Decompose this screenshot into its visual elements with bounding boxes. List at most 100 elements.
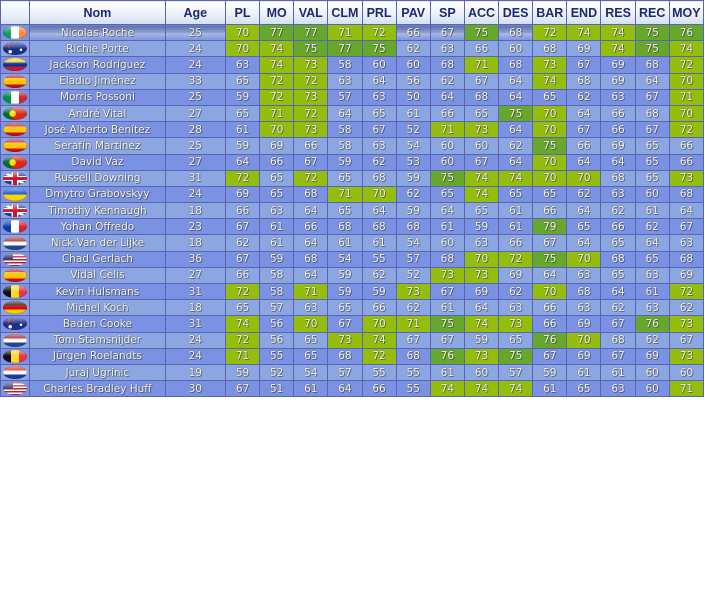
rider-name[interactable]: Baden Cooke [29, 315, 166, 333]
stat-prl: 63 [361, 88, 397, 106]
stat-val: 68 [293, 185, 329, 204]
rider-row[interactable]: Baden Cooke 31 74 56 70 67 70 71 75 74 73 66 69 67 76 7… [0, 315, 705, 333]
rider-row[interactable]: Morris Possoni 25 59 72 73 57 63 50 64 68 64 65 62 63… [0, 88, 705, 106]
stat-bar: 66 [532, 315, 568, 333]
stat-pl: 71 [224, 347, 261, 365]
rider-name[interactable]: Yohan Offredo [29, 218, 166, 236]
stat-end: 63 [566, 299, 602, 317]
rider-row[interactable]: David Vaz 27 64 66 67 59 62 53 60 67 64 70 64 64 65 66 [0, 153, 705, 171]
rider-row[interactable]: Eladio Jiménez 33 65 72 72 63 64 56 62 67 64 74 68 69… [0, 72, 705, 90]
rider-row[interactable]: Jürgen Roelandts 24 71 55 65 68 72 68 76 73 75 67 69… [0, 347, 705, 365]
rider-row[interactable]: José Alberto Benítez 28 61 70 73 58 67 52 71 73 64… [0, 121, 705, 139]
rider-name[interactable]: Tom Stamsnijder [29, 331, 166, 349]
column-header-pl[interactable]: PL [224, 0, 261, 25]
rider-name[interactable]: Juraj Ugrinic [29, 363, 166, 382]
stat-mo: 63 [259, 202, 295, 220]
stat-des: 64 [498, 88, 534, 106]
column-header-res[interactable]: RES [600, 0, 636, 25]
column-header-sp[interactable]: SP [429, 0, 465, 25]
rider-row[interactable]: Nicolas Roche 25 70 77 77 71 72 66 67 75 68 72 74 74 7… [0, 23, 705, 42]
column-header-prl[interactable]: PRL [361, 0, 397, 25]
rider-name[interactable]: Morris Possoni [29, 88, 166, 106]
stat-pav: 52 [395, 266, 431, 285]
rider-age: 30 [164, 380, 226, 398]
rider-name[interactable]: Kevin Hulsmans [29, 282, 166, 301]
column-header-name[interactable]: Nom [29, 0, 166, 25]
stat-res: 67 [600, 347, 636, 365]
flag-cell [0, 153, 31, 171]
rider-name[interactable]: Jürgen Roelandts [29, 347, 166, 365]
stat-sp: 62 [429, 72, 465, 90]
stat-val: 75 [293, 40, 329, 58]
column-header-flag[interactable] [0, 0, 31, 25]
stat-rec: 60 [634, 185, 670, 204]
stat-res: 61 [600, 363, 636, 382]
rider-age: 36 [164, 250, 226, 268]
rider-row[interactable]: Michel Koch 18 65 57 63 65 66 62 61 64 63 66 63 62 63 6… [0, 299, 705, 317]
rider-row[interactable]: Richie Porte 24 70 74 75 77 75 62 63 66 60 68 69 74 75… [0, 40, 705, 58]
stat-mo: 61 [259, 234, 295, 252]
stat-pav: 62 [395, 40, 431, 58]
rider-name[interactable]: Dmytro Grabovskyy [29, 185, 166, 204]
column-header-age[interactable]: Age [164, 0, 226, 25]
rider-name[interactable]: Russell Downing [29, 169, 166, 187]
stat-end: 70 [566, 331, 602, 349]
column-header-bar[interactable]: BAR [532, 0, 568, 25]
rider-name[interactable]: Timothy Kennaugh [29, 202, 166, 220]
stat-bar: 67 [532, 234, 568, 252]
stat-clm: 65 [327, 299, 363, 317]
column-header-pav[interactable]: PAV [395, 0, 431, 25]
rider-row[interactable]: Jackson Rodríguez 24 63 74 73 58 60 60 68 71 68 73 6… [0, 56, 705, 74]
rider-row[interactable]: Kevin Hulsmans 31 72 58 71 59 59 73 67 69 62 70 68 64… [0, 282, 705, 301]
stat-moy: 68 [668, 185, 705, 204]
rider-row[interactable]: Tom Stamsnijder 24 72 56 65 73 74 67 67 59 65 76 70 6… [0, 331, 705, 349]
column-header-end[interactable]: END [566, 0, 602, 25]
rider-name[interactable]: David Vaz [29, 153, 166, 171]
rider-name[interactable]: Serafín Martínez [29, 137, 166, 155]
column-header-acc[interactable]: ACC [463, 0, 500, 25]
rider-name[interactable]: André Vital [29, 104, 166, 123]
rider-name[interactable]: Michel Koch [29, 299, 166, 317]
rider-name[interactable]: Charles Bradley Huff [29, 380, 166, 398]
column-header-clm[interactable]: CLM [327, 0, 363, 25]
rider-row[interactable]: Vidal Celis 27 66 58 64 59 62 52 73 73 69 64 63 65 63 6… [0, 266, 705, 285]
stat-mo: 65 [259, 185, 295, 204]
stat-acc: 74 [463, 380, 500, 398]
rider-row[interactable]: Dmytro Grabovskyy 24 69 65 68 71 70 62 65 74 65 65 6… [0, 185, 705, 204]
column-header-mo[interactable]: MO [259, 0, 295, 25]
stat-acc: 59 [463, 218, 500, 236]
rider-name[interactable]: Nick Van der Lijke [29, 234, 166, 252]
column-header-val[interactable]: VAL [293, 0, 329, 25]
rider-name[interactable]: Nicolas Roche [29, 23, 166, 42]
rider-row[interactable]: Russell Downing 31 72 65 72 65 68 59 75 74 74 70 70 6… [0, 169, 705, 187]
rider-name[interactable]: José Alberto Benítez [29, 121, 166, 139]
column-header-des[interactable]: DES [498, 0, 534, 25]
stat-rec: 69 [634, 347, 670, 365]
stat-res: 65 [600, 266, 636, 285]
stat-prl: 74 [361, 331, 397, 349]
rider-row[interactable]: Timothy Kennaugh 18 66 63 64 65 64 59 64 65 61 66 64… [0, 202, 705, 220]
flag-cell [0, 266, 31, 285]
stat-clm: 67 [327, 315, 363, 333]
stat-prl: 66 [361, 380, 397, 398]
rider-name[interactable]: Vidal Celis [29, 266, 166, 285]
rider-row[interactable]: André Vital 27 65 71 72 64 65 61 66 65 75 70 64 66 68 7… [0, 104, 705, 123]
stat-des: 57 [498, 363, 534, 382]
stat-mo: 66 [259, 153, 295, 171]
rider-row[interactable]: Yohan Offredo 23 67 61 66 68 68 68 61 59 61 79 65 66 6… [0, 218, 705, 236]
rider-name[interactable]: Richie Porte [29, 40, 166, 58]
column-header-moy[interactable]: MOY [668, 0, 705, 25]
spain-flag-icon [3, 139, 28, 153]
stat-clm: 58 [327, 121, 363, 139]
stat-prl: 68 [361, 169, 397, 187]
rider-row[interactable]: Nick Van der Lijke 18 62 61 64 61 61 54 60 63 66 67… [0, 234, 705, 252]
rider-row[interactable]: Serafín Martínez 25 59 69 66 58 63 54 60 60 62 75 66… [0, 137, 705, 155]
column-header-rec[interactable]: REC [634, 0, 670, 25]
rider-name[interactable]: Chad Gerlach [29, 250, 166, 268]
rider-row[interactable]: Juraj Ugrinic 19 59 52 54 57 55 55 61 60 57 59 61 61 6… [0, 363, 705, 382]
rider-name[interactable]: Eladio Jiménez [29, 72, 166, 90]
rider-name[interactable]: Jackson Rodríguez [29, 56, 166, 74]
rider-stats-table: Nom Age PL MO VAL CLM PRL PAV SP ACC DES BAR END RES R… [0, 0, 705, 398]
rider-row[interactable]: Chad Gerlach 36 67 59 68 54 55 57 68 70 72 75 70 68 65… [0, 250, 705, 268]
rider-row[interactable]: Charles Bradley Huff 30 67 51 61 64 66 55 74 74 74… [0, 380, 705, 398]
